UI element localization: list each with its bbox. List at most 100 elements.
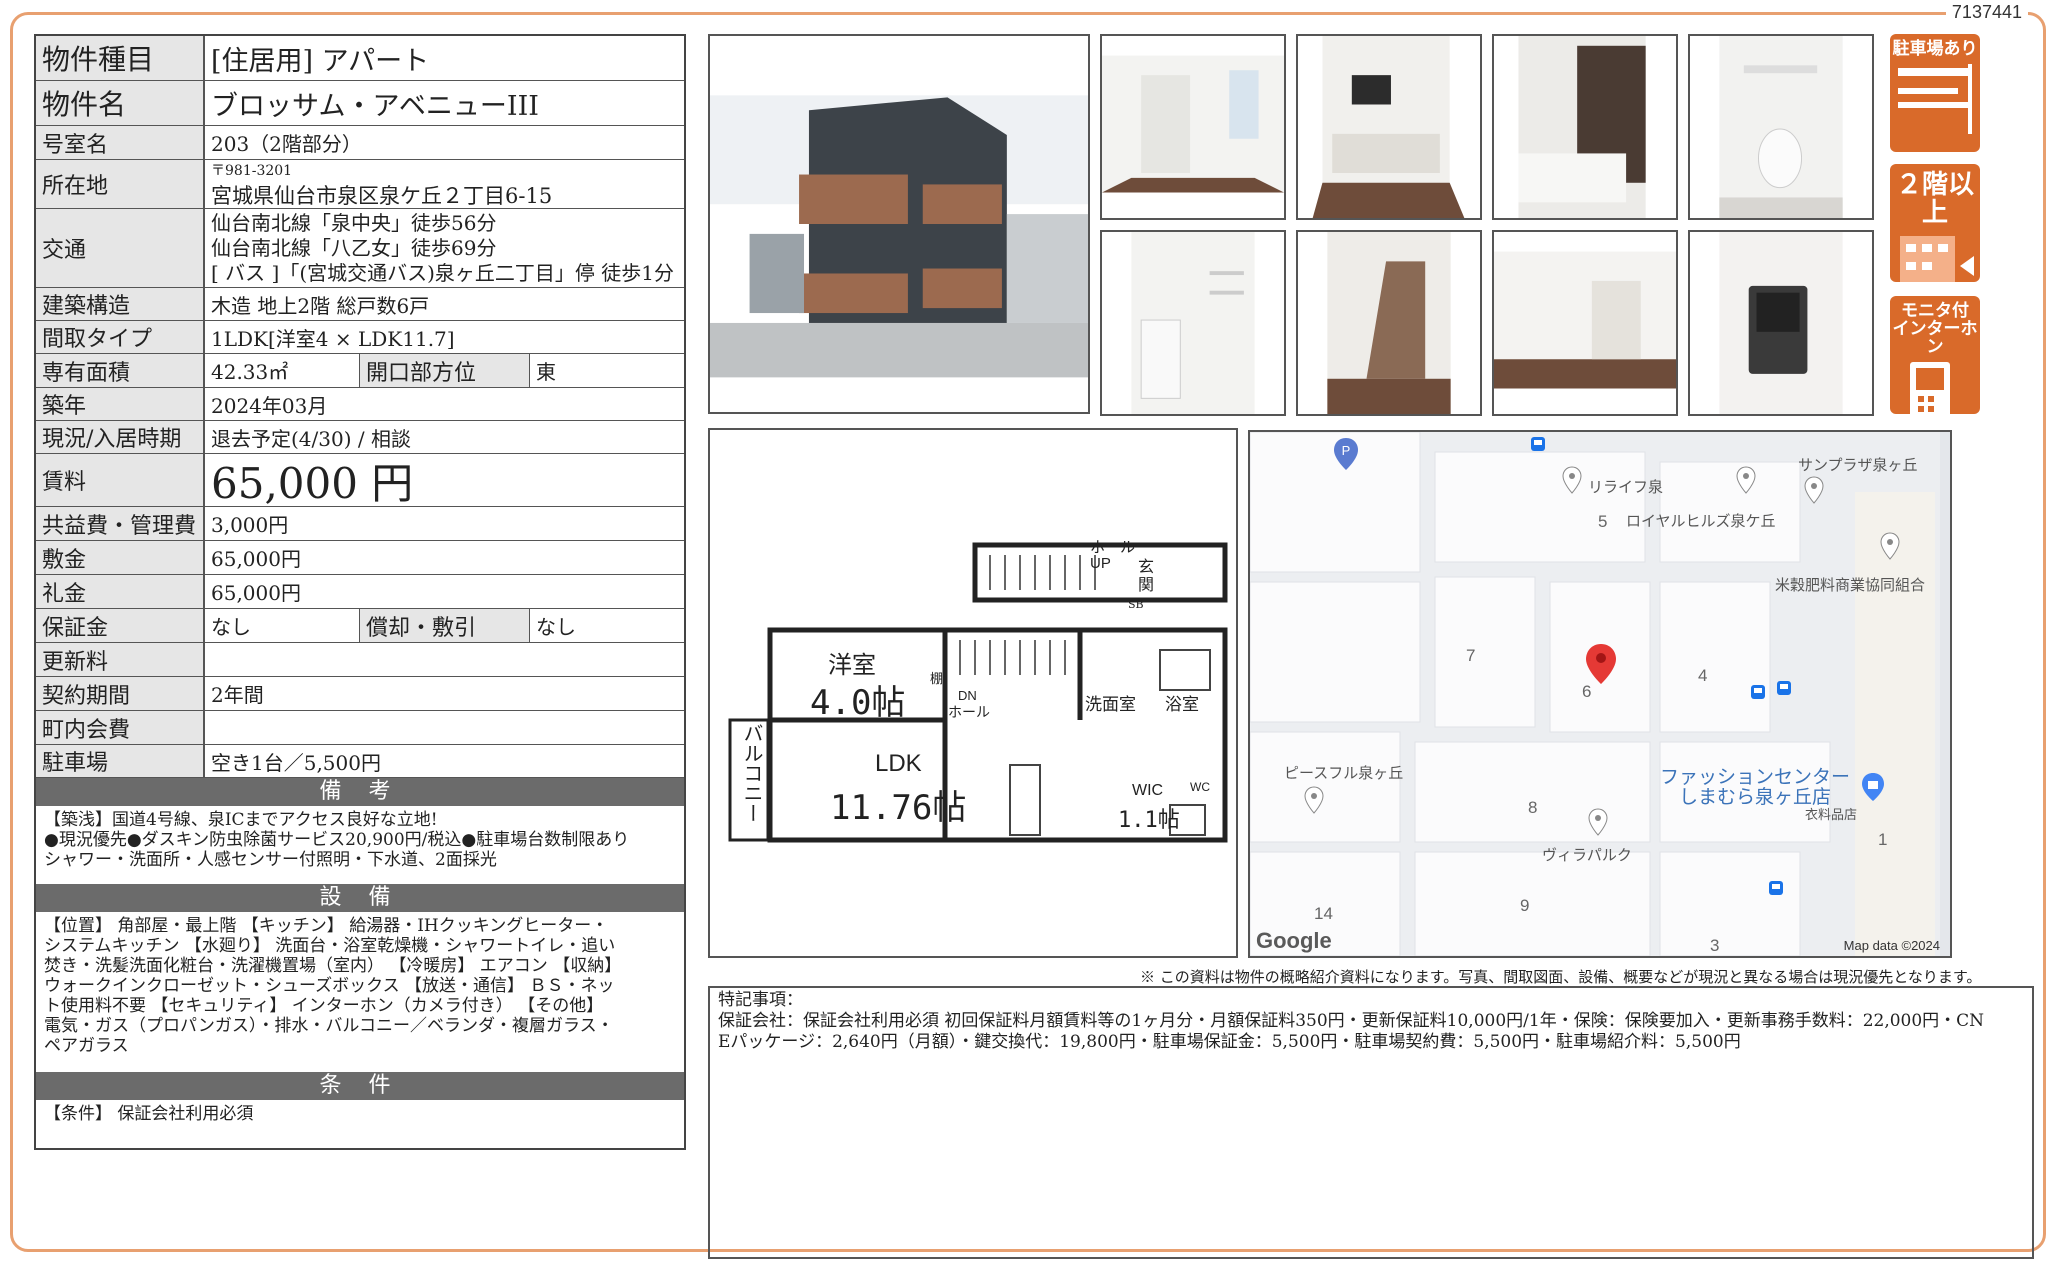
- shop-line2: しまむら泉ヶ丘店: [1679, 787, 1832, 808]
- plan-bath-label: 浴室: [1165, 695, 1199, 715]
- property-info-table: 物件種目 [住居用] アパート 物件名 ブロッサム・アベニューIII 号室名 203（…: [34, 34, 686, 1150]
- plan-sb-label: SB: [1128, 598, 1144, 611]
- map-block-number: 4: [1698, 666, 1708, 685]
- bus-stop-icon[interactable]: [1530, 436, 1546, 452]
- map-block-number: 8: [1528, 798, 1538, 817]
- equipment-header: 設 備: [36, 884, 684, 912]
- conditions-body: 【条件】 保証会社利用必須: [36, 1100, 684, 1148]
- interior-photo-washroom: [1100, 230, 1286, 416]
- fee-label: 共益費・管理費: [36, 507, 205, 540]
- place-marker-icon[interactable]: [1588, 808, 1608, 836]
- room-label: 号室名: [36, 126, 205, 159]
- parking-icon: [1898, 64, 1972, 134]
- plan-hall-text: ホール: [1090, 539, 1136, 556]
- remarks-line: 【築浅】国道4号線、泉ICまでアクセス良好な立地!: [44, 810, 438, 830]
- location-map[interactable]: リライフ泉 サンプラザ泉ヶ丘 ロイヤルヒルズ泉ケ丘 米穀肥料商業協同組合 ピース…: [1248, 430, 1952, 958]
- parking-available-badge: 駐車場あり: [1890, 34, 1980, 152]
- intercom-icon: [1910, 362, 1950, 414]
- map-label: ロイヤルヒルズ泉ケ丘: [1626, 513, 1776, 530]
- place-marker-icon[interactable]: [1562, 466, 1582, 494]
- area-label: 専有面積: [36, 354, 205, 387]
- place-marker-icon[interactable]: [1736, 466, 1756, 494]
- plan-wic-label: WIC: [1132, 782, 1164, 799]
- community-value: [205, 711, 684, 744]
- guarantee-label: 保証金: [36, 609, 205, 642]
- interior-photo-western-room: [1492, 230, 1678, 416]
- special-notes-box: 特記事項： 保証会社：保証会社利用必須 初回保証料月額賃料等の1ヶ月分・月額保証…: [708, 986, 2034, 1259]
- floor-badge-label: ２階以上: [1895, 169, 1974, 227]
- notes-line: 保証会社：保証会社利用必須 初回保証料月額賃料等の1ヶ月分・月額保証料350円・…: [718, 1011, 1985, 1031]
- deposit-label: 敷金: [36, 541, 205, 574]
- equipment-body: 【位置】 角部屋・最上階 【キッチン】 給湯器・IHクッキングヒーター・ システ…: [36, 912, 684, 1072]
- document-id: 7137441: [1945, 2, 2028, 23]
- direction-label: 開口部方位: [360, 354, 530, 387]
- intercom-badge-line2: インターホン: [1892, 319, 1978, 356]
- map-block-number: 7: [1466, 646, 1476, 665]
- map-shop-label[interactable]: ファッションセンター しまむら泉ヶ丘店: [1660, 768, 1850, 808]
- interior-photo-kitchen: [1296, 34, 1482, 220]
- status-value: 退去予定(4/30) / 相談: [211, 426, 411, 451]
- equipment-line: システムキッチン 【水廻り】 洗面台・浴室乾燥機・シャワートイレ・追い: [44, 936, 616, 956]
- map-block-number: 5: [1598, 512, 1608, 531]
- amort-label: 償却・敷引: [360, 609, 530, 642]
- shopping-marker-icon[interactable]: [1860, 772, 1886, 802]
- remarks-body: 【築浅】国道4号線、泉ICまでアクセス良好な立地! ●現況優先●ダスキン防虫除菌…: [36, 806, 684, 884]
- google-logo: Google: [1256, 928, 1332, 953]
- place-marker-icon[interactable]: [1880, 532, 1900, 560]
- plan-up-text: UP: [1090, 555, 1111, 572]
- key-money-value: 65,000円: [211, 581, 301, 605]
- type-value: [住居用] アパート: [211, 45, 430, 77]
- bus-stop-icon[interactable]: [1750, 684, 1766, 700]
- interior-photo-intercom: [1688, 230, 1874, 416]
- plan-entrance-label: 玄関: [1138, 558, 1154, 594]
- map-label: サンプラザ泉ヶ丘: [1798, 457, 1918, 474]
- map-block-number: 14: [1314, 904, 1333, 923]
- contract-label: 契約期間: [36, 677, 205, 710]
- interior-photo-toilet: [1688, 34, 1874, 220]
- type-label: 物件種目: [36, 36, 205, 80]
- place-marker-icon[interactable]: [1804, 476, 1824, 504]
- plan-wic-size: 1.1帖: [1118, 808, 1180, 833]
- parking-marker-icon[interactable]: P: [1332, 436, 1360, 472]
- structure-value: 木造 地上2階 総戸数6戸: [211, 293, 430, 318]
- building-exterior-photo: [708, 34, 1090, 414]
- equipment-line: 【位置】 角部屋・最上階 【キッチン】 給湯器・IHクッキングヒーター・: [44, 916, 609, 936]
- amort-value: なし: [536, 615, 576, 639]
- map-label: ピースフル泉ヶ丘: [1284, 765, 1404, 782]
- equipment-line: ウォークインクローゼット・シューズボックス 【放送・通信】 ＢＳ・ネッ: [44, 976, 615, 996]
- guarantee-value: なし: [205, 609, 360, 642]
- parking-badge-label: 駐車場あり: [1892, 39, 1978, 58]
- address-value: 宮城県仙台市泉区泉ケ丘２丁目6-15: [211, 184, 553, 208]
- plan-ldk-size: 11.76帖: [830, 788, 967, 828]
- plan-entrance-text-2: 関: [1138, 575, 1155, 594]
- map-attribution: Map data ©2024: [1843, 938, 1940, 953]
- transit-line: 仙台南北線「泉中央」徒歩56分: [211, 210, 497, 235]
- parking-value: 空き1台／5,500円: [211, 750, 381, 775]
- plan-washroom-label: 洗面室: [1085, 695, 1136, 715]
- map-streets: [1250, 432, 1950, 956]
- plan-entrance-text-1: 玄: [1138, 557, 1155, 576]
- transit-line: 仙台南北線「八乙女」徒歩69分: [211, 235, 497, 260]
- monitor-intercom-badge: モニタ付 インターホン: [1890, 296, 1980, 414]
- place-marker-icon[interactable]: [1304, 786, 1324, 814]
- plan-shelf-label: 棚: [930, 672, 944, 687]
- built-value: 2024年03月: [211, 393, 328, 418]
- equipment-line: 電気・ガス（プロパンガス）・排水・バルコニー／ベランダ・複層ガラス・: [44, 1016, 614, 1036]
- plan-hall2-label: ホール: [948, 705, 990, 721]
- rent-value: 65,000 円: [211, 458, 414, 508]
- rent-label: 賃料: [36, 454, 205, 506]
- intercom-badge-line1: モニタ付: [1901, 301, 1969, 320]
- bus-stop-icon[interactable]: [1768, 880, 1784, 896]
- room-value: 203（2階部分）: [211, 132, 362, 156]
- map-block-number: 1: [1878, 830, 1888, 849]
- status-label: 現況/入居時期: [36, 421, 205, 453]
- location-pin-icon[interactable]: [1584, 642, 1618, 686]
- map-label: ヴィラパルク: [1542, 847, 1632, 864]
- fee-value: 3,000円: [211, 513, 289, 537]
- floor-plan: ホール UP 玄関 SB 洋室 4.0帖 棚 DN ホール 洗面室 浴室 バルコニ…: [708, 428, 1238, 958]
- remarks-line: ●現況優先●ダスキン防虫除菌サービス20,900円/税込●駐車場台数制限あり: [44, 830, 630, 850]
- interior-photo-bathroom: [1492, 34, 1678, 220]
- remarks-header: 備 考: [36, 778, 684, 806]
- bus-stop-icon[interactable]: [1776, 680, 1792, 696]
- key-money-label: 礼金: [36, 575, 205, 608]
